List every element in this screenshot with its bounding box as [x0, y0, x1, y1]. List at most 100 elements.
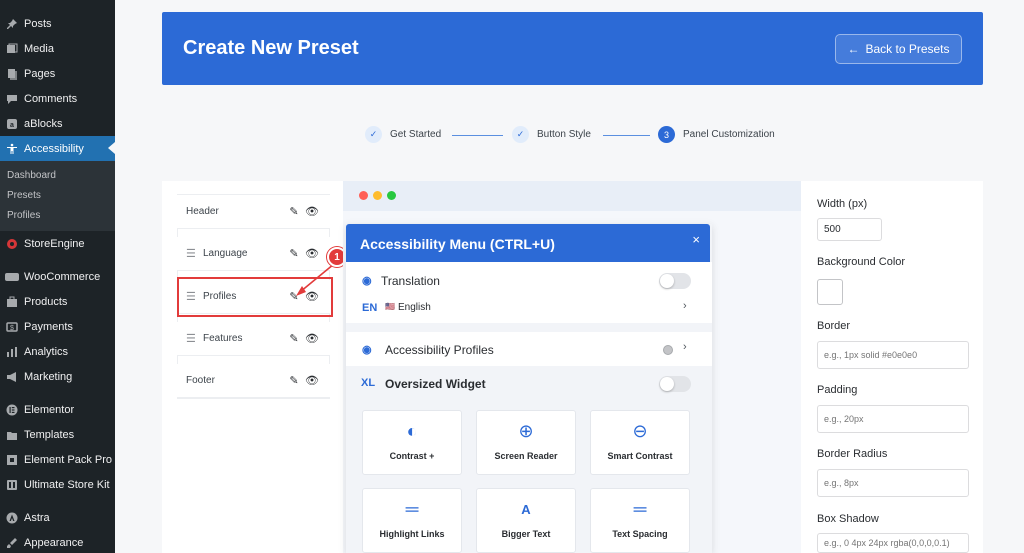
border-radius-label: Border Radius [817, 448, 888, 460]
sidebar-item-label: Ultimate Store Kit [24, 478, 110, 491]
sidebar-item-analytics[interactable]: Analytics [0, 339, 115, 364]
step-label: Panel Customization [683, 129, 775, 140]
astra-icon [5, 511, 19, 525]
svg-text:$: $ [10, 325, 14, 332]
list-item-label: Language [203, 248, 248, 259]
sidebar-item-media[interactable]: Media [0, 36, 115, 61]
flag-icon: 🇺🇸 [385, 302, 395, 311]
tile-smart-contrast[interactable]: ⊖ Smart Contrast [590, 410, 690, 475]
ablocks-icon: a [5, 117, 19, 131]
tile-bigger-text[interactable]: A Bigger Text [476, 488, 576, 553]
sidebar-item-elementor[interactable]: Elementor [0, 397, 115, 422]
list-item-header[interactable]: Header ✎ 👁 [177, 195, 330, 229]
edit-icon[interactable]: ✎ [285, 332, 303, 345]
maximize-dot-icon [387, 191, 396, 200]
arrow-left-icon: ← [847, 42, 860, 56]
back-button-label: Back to Presets [865, 42, 950, 56]
tile-label: Smart Contrast [607, 451, 673, 461]
browser-bar [343, 181, 801, 211]
padding-input[interactable] [817, 405, 969, 433]
element-pack-icon [5, 453, 19, 467]
tile-label: Contrast + [389, 451, 435, 461]
submenu-item-presets[interactable]: Presets [7, 190, 41, 201]
step-button-style[interactable]: ✓ Button Style [512, 126, 591, 143]
sidebar-item-label: Accessibility [24, 142, 84, 155]
appearance-icon [5, 536, 19, 550]
step-panel-customization[interactable]: 3 Panel Customization [658, 126, 775, 143]
text-spacing-icon: ═ [633, 499, 647, 519]
sidebar-item-storeengine[interactable]: StoreEngine [0, 231, 115, 256]
chevron-right-icon[interactable]: › [683, 300, 687, 312]
sidebar-item-payments[interactable]: $ Payments [0, 314, 115, 339]
width-label: Width (px) [817, 198, 868, 210]
tile-text-spacing[interactable]: ═ Text Spacing [590, 488, 690, 553]
products-icon [5, 295, 19, 309]
svg-text:a: a [10, 122, 14, 129]
sidebar-item-accessibility[interactable]: Accessibility [0, 136, 115, 161]
tile-contrast[interactable]: ◐ Contrast + [362, 410, 462, 475]
sidebar-item-pages[interactable]: Pages [0, 61, 115, 86]
sidebar-item-label: StoreEngine [24, 237, 85, 250]
list-item-features[interactable]: ☰ Features ✎ 👁 [177, 322, 330, 356]
translation-toggle[interactable] [659, 273, 691, 289]
language-name[interactable]: English [398, 302, 431, 313]
tile-highlight-links[interactable]: ═ Highlight Links [362, 488, 462, 553]
list-item-label: Header [186, 206, 219, 217]
close-dot-icon [359, 191, 368, 200]
border-radius-input[interactable] [817, 469, 969, 497]
drag-handle-icon[interactable]: ☰ [186, 332, 198, 345]
status-dot-icon [663, 345, 673, 355]
oversized-toggle[interactable] [659, 376, 691, 392]
sidebar-item-ultimate-store-kit[interactable]: Ultimate Store Kit [0, 472, 115, 497]
eye-icon[interactable]: 👁 [303, 205, 321, 218]
sidebar-item-label: Element Pack Pro [24, 453, 113, 466]
sidebar-item-element-pack-pro[interactable]: Element Pack Pro [0, 447, 115, 472]
tile-label: Bigger Text [501, 529, 551, 539]
submenu-item-profiles[interactable]: Profiles [7, 210, 40, 221]
back-to-presets-button[interactable]: ← Back to Presets [835, 34, 962, 64]
tile-screen-reader[interactable]: ⊕ Screen Reader [476, 410, 576, 475]
list-item-label: Features [203, 333, 243, 344]
lang-code: EN [362, 302, 378, 314]
list-item-footer[interactable]: Footer ✎ 👁 [177, 364, 330, 398]
sidebar-item-marketing[interactable]: Marketing [0, 364, 115, 389]
tile-label: Screen Reader [494, 451, 558, 461]
drag-handle-icon[interactable]: ☰ [186, 247, 198, 260]
sidebar-item-posts[interactable]: Posts [0, 11, 115, 36]
translation-label: Translation [381, 274, 440, 288]
translation-section [346, 262, 712, 323]
sidebar-item-comments[interactable]: Comments [0, 86, 115, 111]
step-connector [603, 135, 650, 136]
sidebar-item-ablocks[interactable]: a aBlocks [0, 111, 115, 136]
edit-icon[interactable]: ✎ [285, 374, 303, 387]
minimize-dot-icon [373, 191, 382, 200]
sidebar-item-templates[interactable]: Templates [0, 422, 115, 447]
elementor-icon [5, 403, 19, 417]
step-label: Get Started [390, 129, 442, 140]
tile-label: Highlight Links [379, 529, 445, 539]
radio-icon: ◉ [362, 275, 372, 287]
box-shadow-input[interactable] [817, 533, 969, 553]
store-kit-icon [5, 478, 19, 492]
sidebar-item-woocommerce[interactable]: WooCommerce [0, 264, 115, 289]
oversized-label: Oversized Widget [385, 377, 486, 391]
sidebar-item-astra[interactable]: Astra [0, 505, 115, 530]
background-color-swatch[interactable] [817, 279, 843, 305]
width-input[interactable] [817, 218, 882, 241]
media-icon [5, 42, 19, 56]
sidebar-item-label: WooCommerce [24, 270, 101, 283]
close-icon[interactable]: × [692, 232, 700, 247]
eye-icon[interactable]: 👁 [303, 332, 321, 345]
xl-code: XL [361, 377, 376, 389]
woocommerce-icon [5, 270, 19, 284]
sidebar-item-appearance[interactable]: Appearance [0, 530, 115, 553]
submenu-item-dashboard[interactable]: Dashboard [7, 170, 56, 181]
step-get-started[interactable]: ✓ Get Started [365, 126, 441, 143]
sidebar-item-products[interactable]: Products [0, 289, 115, 314]
sidebar-item-label: Comments [24, 92, 78, 105]
border-input[interactable] [817, 341, 969, 369]
sidebar-item-label: Posts [24, 17, 52, 30]
eye-icon[interactable]: 👁 [303, 374, 321, 387]
chevron-right-icon[interactable]: › [683, 341, 687, 353]
edit-icon[interactable]: ✎ [285, 205, 303, 218]
